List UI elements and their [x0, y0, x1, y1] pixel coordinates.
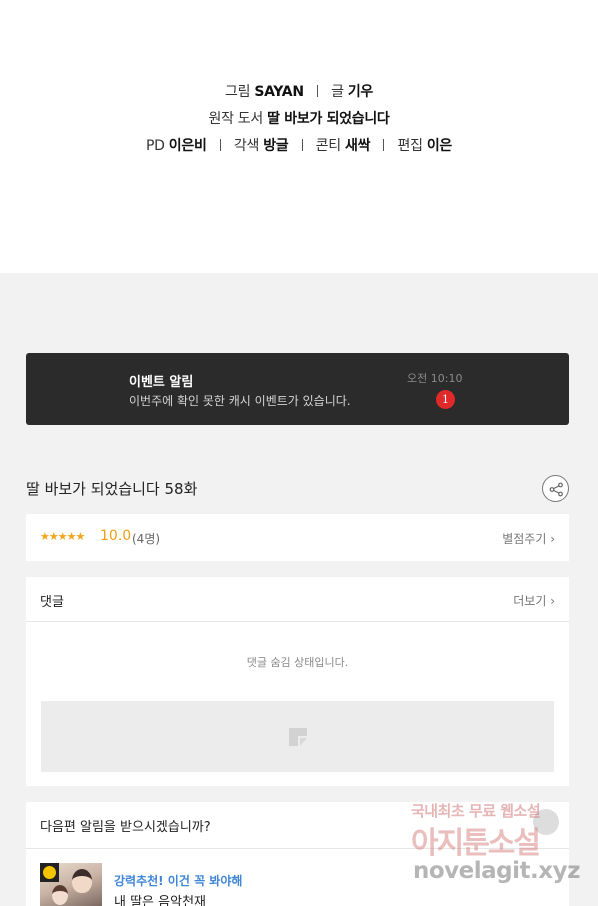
- separator: [383, 139, 385, 151]
- separator: [219, 139, 221, 151]
- clock-icon: [40, 863, 59, 882]
- next-episode-alert-panel: 다음편 알림을 받으시겠습니까? 강력추천! 이건 꼭 봐야해 내 딸은 음악천…: [26, 802, 569, 906]
- credits-section: 그림 SAYAN 글 기우 원작 도서 딸 바보가 되었습니다 PD 이은비 각…: [0, 0, 598, 273]
- art-name: SAYAN: [254, 84, 304, 100]
- adapt-label: 각색: [233, 138, 260, 154]
- event-title: 이벤트 알림: [129, 375, 194, 390]
- conti-name: 새싹: [345, 138, 371, 154]
- conti-label: 콘티: [315, 138, 341, 154]
- comments-title: 댓글: [40, 595, 64, 610]
- event-description: 이번주에 확인 못한 캐시 이벤트가 있습니다.: [129, 394, 351, 408]
- original-title: 딸 바보가 되었습니다: [267, 111, 390, 127]
- share-button[interactable]: [542, 475, 569, 502]
- next-alert-question: 다음편 알림을 받으시겠습니까?: [40, 820, 211, 835]
- thumbnail-figure: [72, 869, 92, 893]
- adapt-name: 방글: [263, 138, 289, 154]
- comments-header: 댓글 더보기 ›: [26, 577, 569, 622]
- divider: [26, 848, 569, 849]
- edit-label: 편집: [397, 138, 423, 154]
- alert-toggle-button[interactable]: [533, 809, 559, 835]
- ad-placeholder[interactable]: [41, 701, 554, 772]
- credit-line-art-story: 그림 SAYAN 글 기우: [0, 81, 598, 101]
- share-icon: [549, 482, 563, 497]
- comments-more-link[interactable]: 더보기 ›: [513, 592, 555, 609]
- separator: [301, 139, 303, 151]
- pd-name: 이은비: [168, 138, 207, 154]
- pd-label: PD: [146, 138, 165, 154]
- rating-score: 10.0: [100, 528, 132, 544]
- art-label: 그림: [225, 84, 251, 100]
- separator: [316, 85, 318, 97]
- episode-title: 딸 바보가 되었습니다 58화: [26, 480, 198, 498]
- credit-line-staff: PD 이은비 각색 방글 콘티 새싹 편집 이은: [0, 135, 598, 155]
- recommend-tag[interactable]: 강력추천! 이건 꼭 봐야해: [114, 872, 242, 889]
- recommend-title[interactable]: 내 딸은 음악천재: [114, 891, 206, 906]
- rate-button[interactable]: 별점주기 ›: [502, 530, 555, 547]
- event-time: 오전 10:10: [407, 372, 463, 385]
- recommend-thumbnail[interactable]: [40, 863, 102, 906]
- story-label: 글: [331, 84, 344, 100]
- star-rating-icons: ★★★★★: [40, 530, 85, 543]
- rating-panel: ★★★★★ 10.0 (4명) 별점주기 ›: [26, 514, 569, 561]
- image-placeholder-icon: [289, 728, 307, 746]
- edit-name: 이은: [426, 138, 452, 154]
- story-name: 기우: [347, 84, 373, 100]
- credit-line-original: 원작 도서 딸 바보가 되었습니다: [0, 108, 598, 128]
- comments-hidden-message: 댓글 숨김 상태입니다.: [246, 656, 349, 669]
- original-label: 원작 도서: [208, 111, 263, 127]
- comments-panel: 댓글 더보기 › 댓글 숨김 상태입니다.: [26, 577, 569, 786]
- event-count-badge: 1: [436, 390, 455, 409]
- rating-count: (4명): [132, 532, 161, 546]
- thumbnail-figure: [52, 885, 68, 905]
- event-notification-banner[interactable]: 이벤트 알림 이번주에 확인 못한 캐시 이벤트가 있습니다. 오전 10:10…: [26, 353, 569, 425]
